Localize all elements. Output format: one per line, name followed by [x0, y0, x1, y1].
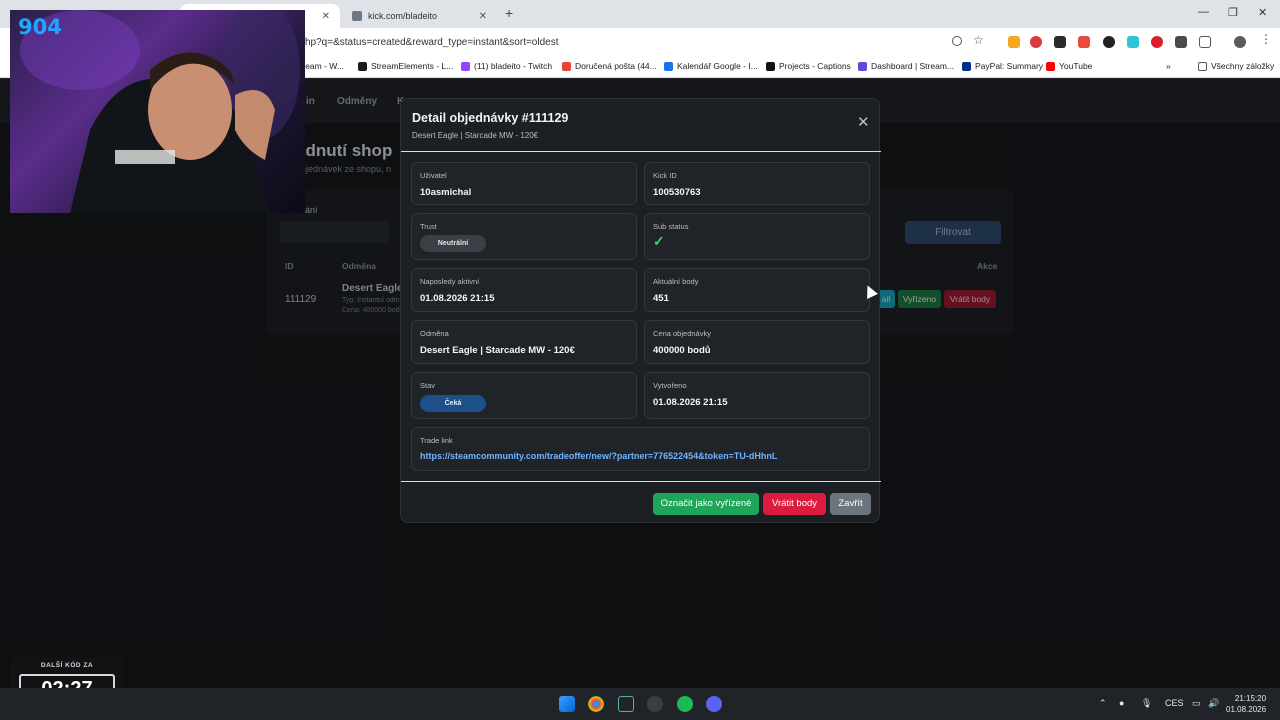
modal-footer-divider	[401, 481, 881, 482]
profile-avatar[interactable]	[1234, 36, 1246, 48]
reward-label: Odměna	[420, 329, 449, 338]
trust-badge: Neutrální	[420, 235, 486, 252]
last-active-value: 01.08.2026 21:15	[420, 293, 495, 304]
all-bookmarks[interactable]: Všechny záložky	[1198, 61, 1274, 71]
reward-value: Desert Eagle | Starcade MW - 120€	[420, 345, 575, 356]
extension-icon[interactable]	[1078, 36, 1090, 48]
bookmark-item[interactable]: (11) bladeito - Twitch	[461, 61, 552, 71]
trade-link-card: Trade link https://steamcommunity.com/tr…	[411, 427, 870, 471]
bookmark-item[interactable]: Kalendář Google - I...	[664, 61, 758, 71]
close-button[interactable]: Zavřít	[830, 493, 871, 515]
maximize-icon[interactable]: ❐	[1228, 6, 1238, 19]
sub-status-card: Sub status ✓	[644, 213, 870, 260]
last-active-label: Naposledy aktivní	[420, 277, 480, 286]
modal-header-divider	[401, 151, 881, 152]
trust-card: Trust Neutrální	[411, 213, 637, 260]
mic-icon[interactable]: 🎙	[1141, 698, 1152, 709]
tab-close-icon[interactable]: ✕	[322, 11, 330, 22]
more-bookmarks-icon[interactable]: »	[1166, 61, 1171, 71]
state-card: Stav Čeká	[411, 372, 637, 419]
obs-icon[interactable]	[647, 696, 663, 712]
url-field[interactable]: hp?q=&status=created&reward_type=instant…	[305, 37, 559, 48]
kick-favicon	[352, 11, 362, 21]
app-icon[interactable]	[618, 696, 634, 712]
created-label: Vytvořeno	[653, 381, 687, 390]
points-label: Aktuální body	[653, 277, 699, 286]
clock-time: 21:15:20	[1234, 694, 1267, 703]
webcam-overlay: 904	[10, 10, 305, 213]
points-card: Aktuální body 451	[644, 268, 870, 312]
last-active-card: Naposledy aktivní 01.08.2026 21:15	[411, 268, 637, 312]
user-card: Uživatel 10asmichal	[411, 162, 637, 205]
clock-date: 01.08.2026	[1226, 705, 1267, 714]
system-clock[interactable]: 21:15:20 01.08.2026	[1226, 693, 1266, 715]
tab-title: kick.com/bladeito	[368, 11, 438, 21]
trade-link[interactable]: https://steamcommunity.com/tradeoffer/ne…	[420, 451, 777, 461]
trust-label: Trust	[420, 222, 437, 231]
extension-icon[interactable]	[1008, 36, 1020, 48]
price-card: Cena objednávky 400000 bodů	[644, 320, 870, 364]
zoom-icon[interactable]	[952, 36, 962, 46]
close-icon[interactable]: ✕	[857, 115, 870, 130]
state-label: Stav	[420, 381, 436, 390]
discord-icon[interactable]	[706, 696, 722, 712]
reward-card: Odměna Desert Eagle | Starcade MW - 120€	[411, 320, 637, 364]
volume-icon[interactable]: 🔊	[1208, 698, 1219, 709]
modal-subtitle: Desert Eagle | Starcade MW - 120€	[412, 131, 539, 140]
bookmark-item[interactable]: Doručená pošta (44...	[562, 61, 657, 71]
minimize-icon[interactable]: —	[1198, 6, 1209, 18]
star-icon[interactable]: ☆	[973, 33, 985, 47]
extension-icon[interactable]	[1127, 36, 1139, 48]
modal-title: Detail objednávky #111129	[412, 111, 569, 125]
extension-icon[interactable]	[1151, 36, 1163, 48]
windows-start-icon[interactable]	[559, 696, 575, 712]
user-value: 10asmichal	[420, 187, 472, 198]
bookmark-item[interactable]: Dashboard | Stream...	[858, 61, 954, 71]
extensions-puzzle-icon[interactable]	[1199, 36, 1211, 48]
extension-icon[interactable]	[1103, 36, 1115, 48]
kick-id-card: Kick ID 100530763	[644, 162, 870, 205]
sub-status-label: Sub status	[653, 222, 689, 231]
extension-icon[interactable]	[1054, 36, 1066, 48]
taskbar: ⌃ ● 🎙 CES ▭ 🔊 21:15:20 01.08.2026	[0, 688, 1280, 720]
created-card: Vytvořeno 01.08.2026 21:15	[644, 372, 870, 419]
close-window-icon[interactable]: ✕	[1258, 6, 1267, 19]
bookmark-item[interactable]: tream - W...	[300, 61, 344, 71]
extension-icon[interactable]	[1030, 36, 1042, 48]
refund-button[interactable]: Vrátit body	[763, 493, 826, 515]
created-value: 01.08.2026 21:15	[653, 397, 728, 408]
language-indicator[interactable]: CES	[1165, 698, 1184, 708]
bookmark-item[interactable]: PayPal: Summary	[962, 61, 1043, 71]
chrome-icon[interactable]	[588, 696, 604, 712]
points-value: 451	[653, 293, 669, 304]
price-label: Cena objednávky	[653, 329, 711, 338]
mark-done-button[interactable]: Označit jako vyřízené	[653, 493, 759, 515]
spotify-icon[interactable]	[677, 696, 693, 712]
kick-id-value: 100530763	[653, 187, 701, 198]
price-value: 400000 bodů	[653, 345, 711, 356]
kick-id-label: Kick ID	[653, 171, 677, 180]
tray-expand-icon[interactable]: ⌃	[1099, 698, 1107, 709]
order-detail-modal: Detail objednávky #111129 Desert Eagle |…	[400, 98, 881, 523]
steam-tray-icon[interactable]: ●	[1119, 698, 1124, 708]
tab-kick[interactable]: kick.com/bladeito ✕	[342, 4, 497, 28]
menu-icon[interactable]: ⋮	[1260, 32, 1272, 46]
extension-icon[interactable]	[1175, 36, 1187, 48]
bookmark-item[interactable]: Projects - Captions	[766, 61, 851, 71]
viewer-counter: 904	[18, 15, 62, 39]
webcam-image	[20, 10, 300, 213]
network-icon[interactable]: ▭	[1192, 698, 1201, 709]
check-icon: ✓	[653, 233, 665, 249]
user-label: Uživatel	[420, 171, 447, 180]
new-tab-icon[interactable]: +	[505, 5, 513, 21]
tab-close-icon[interactable]: ✕	[479, 11, 487, 22]
trade-link-label: Trade link	[420, 436, 453, 445]
bookmark-item[interactable]: StreamElements - L...	[358, 61, 453, 71]
bookmark-item[interactable]: YouTube	[1046, 61, 1092, 71]
countdown-label: DALŠÍ KÓD ZA	[40, 662, 94, 669]
state-badge: Čeká	[420, 395, 486, 412]
